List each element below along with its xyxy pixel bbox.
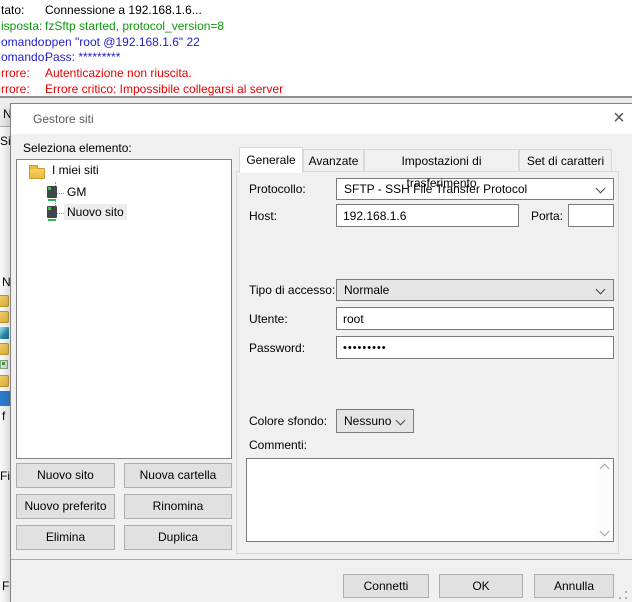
scroll-up-icon[interactable] [600,464,610,474]
screen: tato: Connessione a 192.168.1.6... ispos… [0,0,632,602]
folder-icon [0,311,9,323]
password-input[interactable] [336,336,614,359]
tree-item-root[interactable]: I miei siti [17,162,102,178]
comments-textarea[interactable] [247,459,596,541]
password-label: Password: [249,341,305,355]
select-entry-label: Seleziona elemento: [23,141,132,155]
bg-color-value: Nessuno [344,414,391,428]
log-text: Connessione a 192.168.1.6... [45,3,202,17]
text-fragment: f [2,409,5,423]
port-input[interactable] [568,204,614,227]
bg-color-label: Colore sfondo: [249,414,327,428]
log-text: Autenticazione non riuscita. [45,66,192,80]
site-manager-dialog: Gestore siti × Seleziona elemento: I mie… [10,103,632,602]
new-site-button[interactable]: Nuovo sito [16,463,115,488]
server-icon [47,206,57,218]
folder-icon [0,295,9,307]
bg-color-select[interactable]: Nessuno [336,409,414,433]
log-label: omando: [1,50,48,64]
chevron-down-icon [596,285,606,295]
chevron-down-icon [596,184,606,194]
scroll-down-icon[interactable] [600,527,610,537]
comments-label: Commenti: [249,438,307,452]
chevron-down-icon [396,416,406,426]
dialog-separator [11,559,632,560]
comments-box [246,458,614,542]
comments-scrollbar[interactable] [596,459,613,541]
user-label: Utente: [249,312,288,326]
close-icon[interactable]: × [606,106,632,132]
tree-item-label: I miei siti [49,162,102,178]
file-icon [0,360,8,369]
host-label: Host: [249,209,277,223]
cancel-button[interactable]: Annulla [534,574,614,598]
log-label: tato: [1,3,24,17]
log-label: rrore: [1,82,30,96]
rename-button[interactable]: Rinomina [124,494,232,519]
resize-grip[interactable] [619,591,627,599]
folder-icon [29,168,45,179]
logon-type-label: Tipo di accesso: [249,283,335,297]
protocol-label: Protocollo: [249,182,306,196]
new-folder-button[interactable]: Nuova cartella [124,463,232,488]
log-label: isposta: [1,19,42,33]
duplicate-button[interactable]: Duplica [124,525,232,550]
log-label: rrore: [1,66,30,80]
delete-button[interactable]: Elimina [16,525,115,550]
dialog-titlebar[interactable]: Gestore siti × [11,104,632,134]
log-text: fzSftp started, protocol_version=8 [45,19,224,33]
text-fragment: F [2,579,9,593]
connect-button[interactable]: Connetti [343,574,429,598]
logon-type-select[interactable]: Normale [336,279,614,301]
new-bookmark-button[interactable]: Nuovo preferito [16,494,115,519]
folder-icon [0,375,9,387]
log-text: open "root @192.168.1.6" 22 [45,35,200,49]
tab-set-di-caratteri[interactable]: Set di caratteri [519,149,612,172]
tree-item-label: GM [64,184,89,200]
port-label: Porta: [531,209,563,223]
server-icon [47,186,57,198]
tab-avanzate[interactable]: Avanzate [303,149,364,172]
network-icon [0,327,9,339]
host-input[interactable] [336,204,519,227]
site-tree[interactable]: I miei siti GM Nuovo sito [16,159,232,459]
log-text: Errore critico: Impossibile collegarsi a… [45,82,283,96]
tab-impostazioni-di-trasferimento[interactable]: Impostazioni di trasferimento [364,149,519,172]
tree-item-gm[interactable]: GM [17,184,89,200]
dialog-title: Gestore siti [33,112,94,126]
log-label: omando: [1,35,48,49]
folder-icon [0,343,9,355]
ok-button[interactable]: OK [439,574,523,598]
tree-item-nuovo-sito[interactable]: Nuovo sito [17,204,127,220]
tree-item-label: Nuovo sito [64,204,127,220]
tab-generale[interactable]: Generale [239,147,303,173]
log-text: Pass: ********* [45,50,120,64]
text-fragment: Fi [0,469,10,483]
user-input[interactable] [336,307,614,330]
logon-type-value: Normale [344,283,389,297]
